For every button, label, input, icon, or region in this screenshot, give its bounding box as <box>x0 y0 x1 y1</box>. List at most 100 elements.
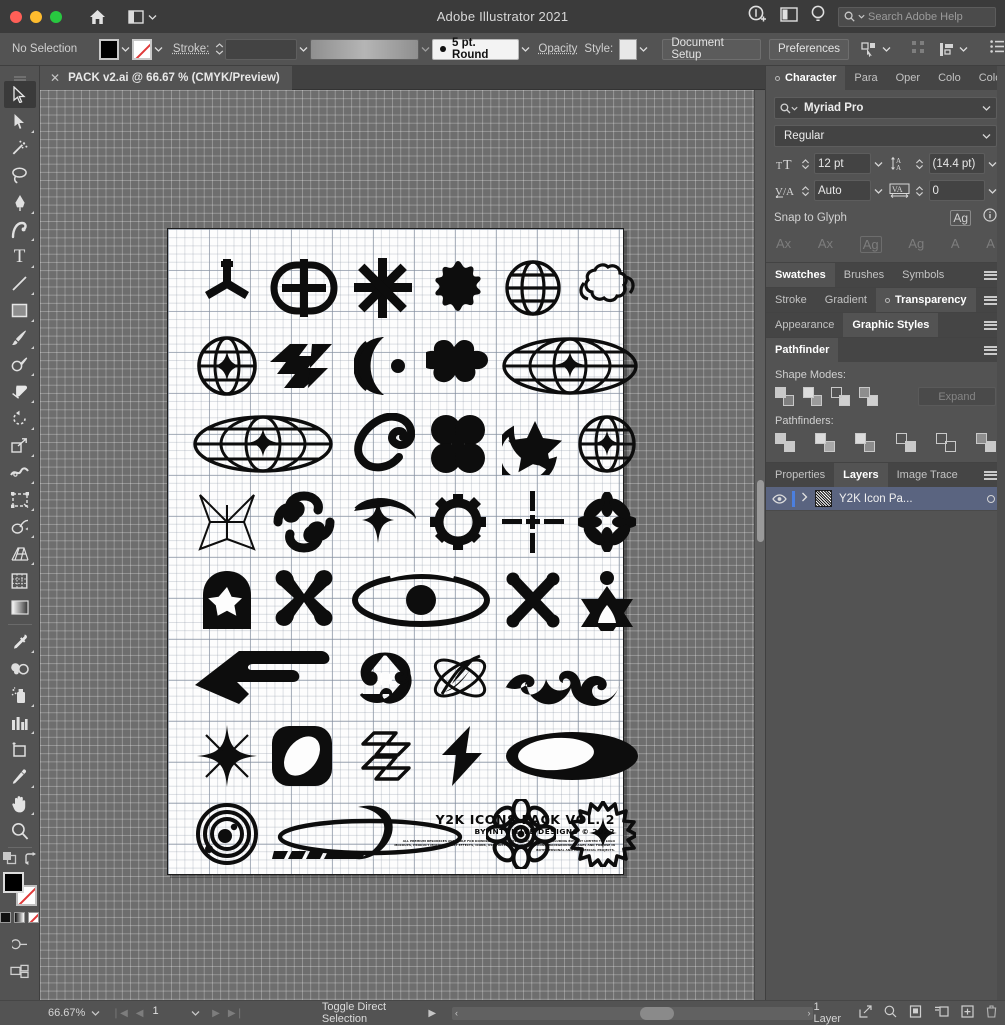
ellipse-eclipse-icon[interactable] <box>502 719 642 793</box>
tracking-field[interactable]: VA 0 <box>889 180 998 201</box>
pathfinder-intersect-button[interactable] <box>831 387 850 406</box>
zoom-chevron-down-icon[interactable] <box>91 1007 100 1019</box>
tab-layers[interactable]: Layers <box>834 463 888 487</box>
home-icon[interactable] <box>84 4 110 30</box>
scroll-right-icon[interactable]: › <box>807 1008 810 1018</box>
line-segment-tool[interactable] <box>4 270 36 297</box>
oval-star-grid-icon[interactable] <box>190 407 335 481</box>
new-layer-icon[interactable] <box>961 1005 974 1021</box>
tab-gradient[interactable]: Gradient <box>815 288 876 312</box>
six-star-figure-icon[interactable] <box>574 563 640 637</box>
gradient-tool[interactable] <box>4 594 36 621</box>
layer-name[interactable]: Y2K Icon Pa... <box>839 493 987 505</box>
stroke-weight-input[interactable] <box>224 38 297 60</box>
tab-pathfinder[interactable]: Pathfinder <box>766 338 839 362</box>
canvas-area[interactable]: Y2K ICONS PACK VOL. 2 BY INTUITIVE DESIG… <box>40 90 765 1000</box>
tracking-stepper[interactable] <box>914 185 926 197</box>
draw-normal-icon[interactable] <box>2 851 17 870</box>
tab-symbols[interactable]: Symbols <box>893 263 954 287</box>
pathfinder-outline-button[interactable] <box>935 433 956 452</box>
delete-layer-icon[interactable] <box>986 1005 997 1021</box>
swap-fill-stroke-icon[interactable] <box>24 851 37 870</box>
eye-star-icon[interactable] <box>350 485 420 559</box>
width-profile-chevron-down-icon[interactable] <box>419 39 432 60</box>
cog-wheel-icon[interactable] <box>425 485 491 559</box>
width-tool[interactable] <box>4 459 36 486</box>
scroll-left-icon[interactable]: ‹ <box>455 1008 458 1018</box>
selection-tool[interactable] <box>3 81 36 108</box>
pathfinder-minus-back-button[interactable] <box>975 433 996 452</box>
zigzag-bars-icon[interactable] <box>267 329 341 403</box>
more-options-icon[interactable] <box>990 40 1005 58</box>
tribal-wave-icon[interactable] <box>502 641 642 715</box>
kerning-value[interactable]: Auto <box>814 180 871 201</box>
eight-point-burst-icon[interactable] <box>350 251 416 325</box>
rectangle-tool[interactable] <box>4 297 36 324</box>
layer-row-y2k-icon-pack[interactable]: Y2K Icon Pa... <box>766 487 1005 511</box>
crescent-dot-icon[interactable] <box>350 329 416 403</box>
tab-appearance[interactable]: Appearance <box>766 313 844 337</box>
tab-properties[interactable]: Properties <box>766 463 835 487</box>
curvature-tool[interactable] <box>4 216 36 243</box>
artboard-tool[interactable] <box>4 736 36 763</box>
tab-opentype[interactable]: Oper <box>886 66 930 90</box>
gradient-swatch-icon[interactable] <box>14 912 25 923</box>
glyph-button-ax-1[interactable]: Ax <box>776 236 791 253</box>
type-tool[interactable]: T <box>4 243 36 270</box>
tab-graphic-styles[interactable]: Graphic Styles <box>843 313 939 337</box>
symbol-sprayer-tool[interactable] <box>4 682 36 709</box>
wire-globe-icon[interactable] <box>500 251 566 325</box>
horizontal-scroll-thumb[interactable] <box>640 1006 675 1020</box>
page-number-input[interactable]: 1 <box>148 1005 192 1021</box>
thin-starburst-icon[interactable] <box>192 485 262 559</box>
mesh-tool[interactable] <box>4 567 36 594</box>
font-size-field[interactable]: TT 12 pt <box>774 153 883 174</box>
first-page-icon[interactable]: ❘◀ <box>108 1008 132 1019</box>
rotate-tool[interactable] <box>4 405 36 432</box>
rounded-square-hole-icon[interactable] <box>267 719 337 793</box>
atom-swirl-icon[interactable] <box>425 641 495 715</box>
font-style-select[interactable]: Regular <box>774 125 997 147</box>
font-size-value[interactable]: 12 pt <box>814 153 871 174</box>
prev-page-icon[interactable]: ◀ <box>132 1008 148 1019</box>
fill-swatch[interactable] <box>98 38 119 60</box>
chevron-right-icon[interactable] <box>801 492 815 505</box>
glyph-button-a-1[interactable]: A <box>951 236 960 253</box>
default-colors-icon[interactable] <box>0 912 11 923</box>
eye-icon[interactable] <box>766 493 792 504</box>
tab-color[interactable]: Colo <box>929 66 970 90</box>
share-icon[interactable] <box>859 1005 872 1021</box>
search-input[interactable]: Search Adobe Help <box>838 6 996 27</box>
leading-field[interactable]: AA (14.4 pt) <box>889 153 998 174</box>
pathfinder-unite-button[interactable] <box>775 387 794 406</box>
pathfinder-divide-button[interactable] <box>775 433 795 452</box>
puffy-cross-icon[interactable] <box>425 329 491 403</box>
pathfinder-merge-button[interactable] <box>855 433 876 452</box>
glyph-align-icon[interactable]: Ag <box>950 209 971 226</box>
scale-tool[interactable] <box>4 432 36 459</box>
glyph-button-ax-2[interactable]: Ax <box>818 236 833 253</box>
arrange-documents-icon[interactable] <box>4 958 36 985</box>
pinwheel-icon[interactable] <box>350 641 420 715</box>
change-screen-mode-icon[interactable] <box>4 931 36 958</box>
perspective-grid-tool[interactable] <box>4 540 36 567</box>
toolbar-grip[interactable] <box>11 70 29 81</box>
cloud-orbit-icon[interactable] <box>574 251 640 325</box>
style-chevron-down-icon[interactable] <box>637 39 650 60</box>
font-size-stepper[interactable] <box>799 158 811 170</box>
glyph-button-ag-2[interactable]: Ag <box>908 236 924 253</box>
tab-image-trace[interactable]: Image Trace <box>887 463 967 487</box>
pathfinder-expand-button[interactable]: Expand <box>918 387 996 406</box>
shaper-tool[interactable] <box>4 351 36 378</box>
tab-character[interactable]: Character <box>766 66 846 90</box>
discover-bulb-icon[interactable] <box>811 5 825 29</box>
outline-zigzag-icon[interactable] <box>350 719 424 793</box>
document-setup-button[interactable]: Document Setup <box>662 37 761 61</box>
brush-chevron-down-icon[interactable] <box>519 39 532 60</box>
four-petal-clover-icon[interactable] <box>425 407 491 481</box>
minimize-window-button[interactable] <box>30 10 42 23</box>
tracking-value[interactable]: 0 <box>928 180 985 201</box>
slice-tool[interactable] <box>4 763 36 790</box>
swirl-hook-icon[interactable] <box>267 485 341 559</box>
dashed-crosshair-icon[interactable] <box>500 485 566 559</box>
